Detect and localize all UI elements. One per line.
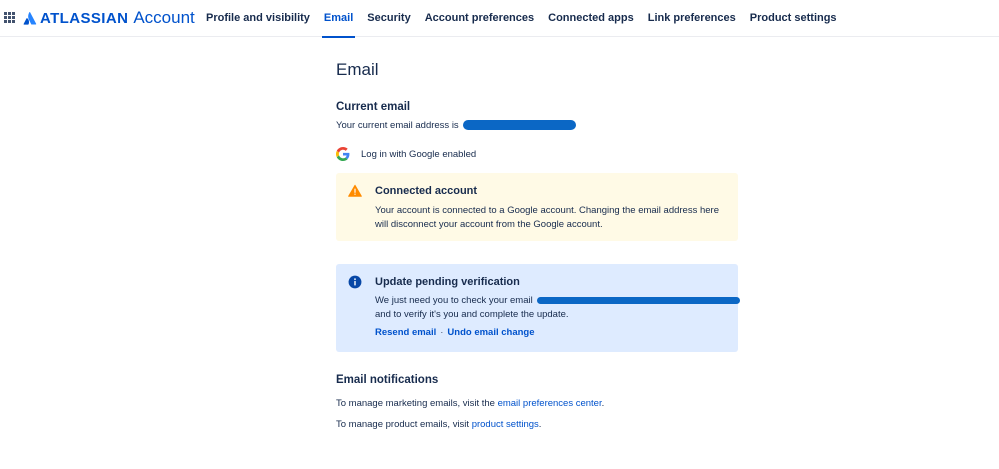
redacted-email bbox=[463, 120, 577, 131]
google-login-label: Log in with Google enabled bbox=[361, 148, 477, 160]
current-email-heading: Current email bbox=[336, 101, 411, 113]
pending-line-1: We just need you to check your email bbox=[375, 295, 741, 306]
google-login-status: Log in with Google enabled bbox=[336, 147, 476, 161]
product-settings-link[interactable]: product settings bbox=[472, 419, 539, 430]
atlassian-account-logo[interactable]: ATLASSIAN Account bbox=[23, 8, 195, 28]
brand-name: ATLASSIAN bbox=[40, 9, 129, 27]
warning-icon bbox=[348, 184, 362, 197]
google-icon bbox=[336, 147, 350, 161]
tab-security[interactable]: Security bbox=[360, 0, 417, 37]
pending-verification-panel: Update pending verification We just need… bbox=[336, 264, 741, 352]
current-email-label: Your current email address is bbox=[336, 120, 459, 131]
nav-tabs: Profile and visibility Email Security Ac… bbox=[199, 0, 844, 38]
pending-line-2: and to verify it's you and complete the … bbox=[375, 309, 569, 320]
info-icon bbox=[348, 275, 362, 289]
app-switcher-icon[interactable] bbox=[4, 12, 15, 23]
tab-profile-and-visibility[interactable]: Profile and visibility bbox=[199, 0, 317, 37]
tab-account-preferences[interactable]: Account preferences bbox=[418, 0, 541, 37]
product-emails-text: To manage product emails, visit product … bbox=[336, 419, 541, 430]
tab-link-preferences[interactable]: Link preferences bbox=[641, 0, 743, 37]
atlassian-logo-icon bbox=[23, 11, 37, 25]
tab-email[interactable]: Email bbox=[317, 0, 360, 38]
connected-account-warning: Connected account Your account is connec… bbox=[336, 173, 738, 241]
pending-line-1-text: We just need you to check your email bbox=[375, 295, 533, 306]
product-suffix: . bbox=[538, 419, 542, 430]
resend-email-link[interactable]: Resend email bbox=[375, 327, 436, 338]
pending-title: Update pending verification bbox=[375, 276, 520, 288]
current-email-text: Your current email address is bbox=[336, 120, 577, 131]
marketing-suffix: . bbox=[601, 398, 605, 409]
redacted-new-email bbox=[537, 296, 741, 304]
undo-email-change-link[interactable]: Undo email change bbox=[447, 327, 534, 338]
warning-title: Connected account bbox=[375, 185, 478, 197]
email-notifications-heading: Email notifications bbox=[336, 374, 439, 386]
product-name: Account bbox=[133, 8, 195, 27]
action-separator: · bbox=[440, 327, 444, 338]
email-preferences-center-link[interactable]: email preferences center bbox=[498, 398, 602, 409]
tab-product-settings[interactable]: Product settings bbox=[743, 0, 844, 37]
tab-connected-apps[interactable]: Connected apps bbox=[541, 0, 641, 37]
marketing-emails-text: To manage marketing emails, visit the em… bbox=[336, 398, 604, 409]
page-title: Email bbox=[336, 60, 379, 79]
pending-actions: Resend email · Undo email change bbox=[375, 327, 535, 338]
warning-line-1: Your account is connected to a Google ac… bbox=[375, 205, 719, 216]
top-navigation: ATLASSIAN Account Profile and visibility… bbox=[0, 0, 999, 38]
marketing-prefix: To manage marketing emails, visit the bbox=[336, 398, 495, 409]
product-prefix: To manage product emails, visit bbox=[336, 419, 470, 430]
warning-line-2: will disconnect your account from the Go… bbox=[375, 219, 603, 230]
